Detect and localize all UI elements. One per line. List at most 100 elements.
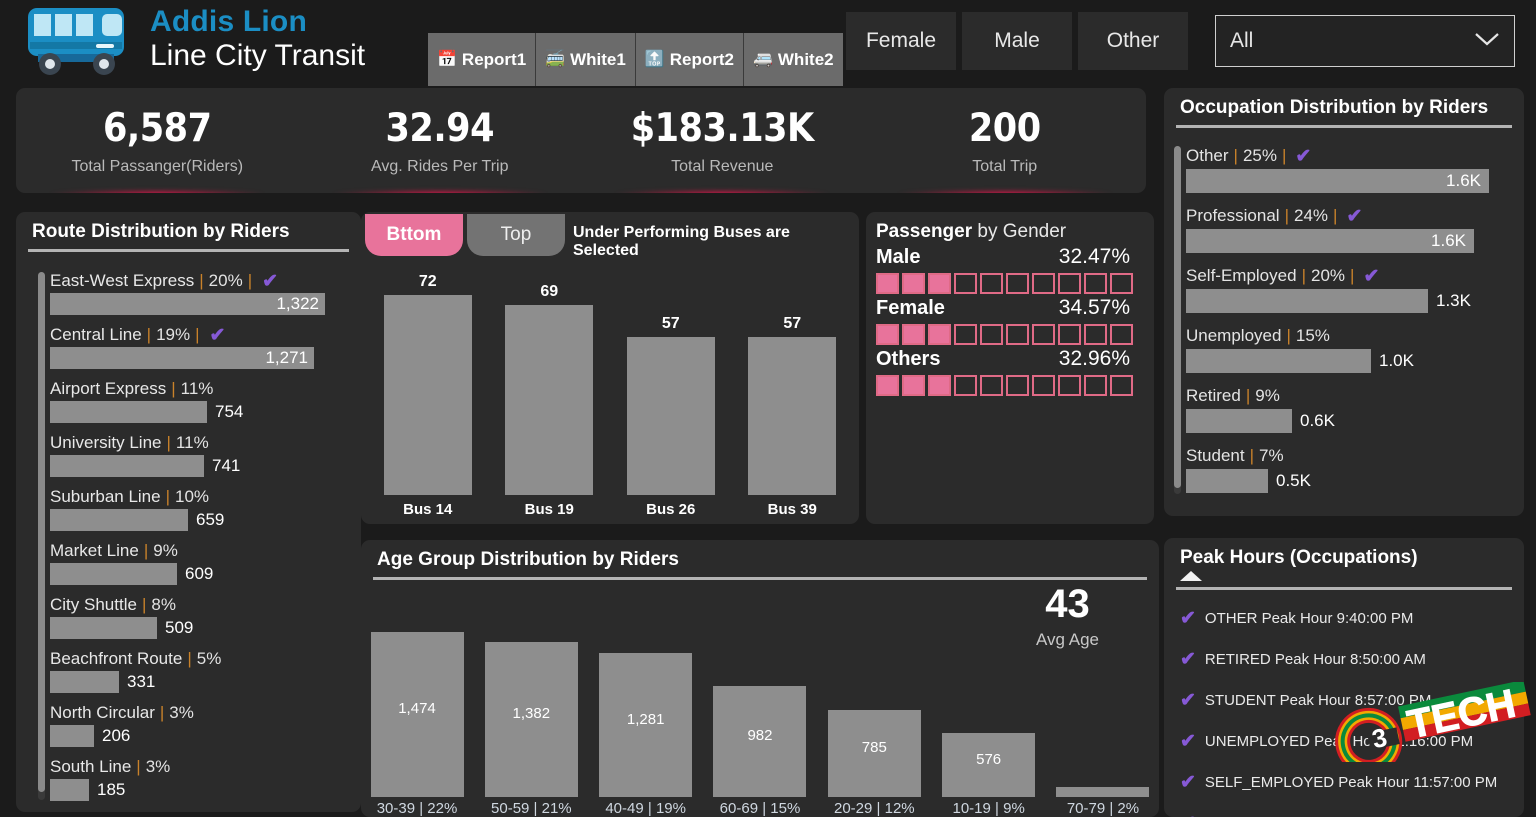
dashboard-root: Addis Lion Line City Transit 📅 Report1 🚎… — [0, 0, 1536, 817]
global-filter-select[interactable]: All — [1215, 15, 1515, 67]
age-bar-value: 1,281 — [626, 710, 665, 728]
route-list-item[interactable]: North Circular | 3% 206 — [50, 702, 357, 756]
route-list-item[interactable]: University Line | 11% 741 — [50, 432, 357, 486]
occupation-list-item[interactable]: Self-Employed | 20% | ✔ 1.3K — [1186, 264, 1518, 324]
age-bar[interactable]: 1,474 30-39 | 22% — [369, 632, 465, 817]
age-bar[interactable]: 982 60-69 | 15% — [712, 686, 808, 817]
age-bar-rect: 982 — [713, 686, 807, 797]
route-bar — [50, 725, 94, 747]
occupation-list-item[interactable]: Student | 7% 0.5K — [1186, 444, 1518, 504]
filter-other-button[interactable]: Other — [1078, 12, 1188, 70]
occupation-list-item[interactable]: Unemployed | 15% 1.0K — [1186, 324, 1518, 384]
age-bar-rect: 1,474 — [370, 632, 464, 797]
panel-title: Peak Hours (Occupations) — [1180, 547, 1418, 568]
route-bar — [50, 509, 188, 531]
brand: Addis Lion Line City Transit — [12, 0, 365, 80]
nav-tabs: 📅 Report1 🚎 White1 🔝 Report2 🚐 White2 — [428, 33, 843, 86]
age-bar[interactable]: 576 10-19 | 9% — [941, 733, 1037, 817]
trolleybus-icon: 🚎 — [545, 50, 566, 68]
peak-hour-row[interactable]: ✔ SELF_EMPLOYED Peak Hour 11:57:00 PM — [1172, 762, 1524, 803]
tab-white2[interactable]: 🚐 White2 — [743, 33, 843, 86]
occupation-percent: 20% — [1310, 266, 1346, 285]
toggle-top-button[interactable]: Top — [467, 214, 565, 256]
check-icon: ✔ — [1363, 265, 1380, 287]
route-name: Airport Express — [50, 379, 167, 398]
occupation-list-item[interactable]: Retired | 9% 0.6K — [1186, 384, 1518, 444]
route-percent: 3% — [145, 757, 171, 776]
bus-icon — [12, 0, 140, 80]
app-header: Addis Lion Line City Transit 📅 Report1 🚎… — [0, 0, 1536, 86]
check-icon: ✔ — [1180, 772, 1196, 793]
peak-hour-row[interactable]: ✔ RETIRED Peak Hour 8:50:00 AM — [1172, 639, 1524, 680]
tab-white1[interactable]: 🚎 White1 — [536, 33, 636, 86]
route-scrollbar[interactable] — [38, 272, 45, 800]
age-bar[interactable]: 785 20-29 | 12% — [826, 710, 922, 817]
route-percent: 19% — [156, 325, 191, 344]
occupation-bar — [1186, 289, 1428, 313]
calendar-icon: 📅 — [437, 50, 457, 68]
route-item-header: North Circular | 3% — [50, 703, 194, 722]
route-list-item[interactable]: South Line | 3% 185 — [50, 756, 357, 810]
toggle-bottom-button[interactable]: Bttom — [365, 214, 463, 256]
occupation-name: Retired — [1186, 386, 1241, 405]
occupation-value: 0.5K — [1276, 471, 1311, 490]
peak-hour-row[interactable]: ✔ OTHER Peak Hour 9:40:00 PM — [1172, 598, 1524, 639]
occupation-name: Unemployed — [1186, 326, 1282, 345]
occupation-list-item[interactable]: Professional | 24% | ✔ 1.6K — [1186, 204, 1518, 264]
sort-ascending-icon[interactable] — [1180, 571, 1202, 581]
check-icon: ✔ — [209, 324, 226, 346]
kpi-label: Total Trip — [972, 157, 1038, 175]
bus-bar[interactable]: 72 Bus 14 — [383, 273, 472, 518]
occupation-item-header: Unemployed | 15% — [1186, 326, 1330, 345]
gender-square — [1058, 375, 1081, 396]
gender-square — [928, 375, 951, 396]
peak-hour-row[interactable]: ✔ STUDENT Peak Hour 8:57:00 PM — [1172, 680, 1524, 721]
tab-report1[interactable]: 📅 Report1 — [428, 33, 537, 86]
tab-report2[interactable]: 🔝 Report2 — [635, 33, 744, 86]
gender-square — [954, 273, 977, 294]
filter-male-button[interactable]: Male — [962, 12, 1072, 70]
bus-selection-note: Under Performing Buses are Selected — [573, 224, 790, 259]
route-name: Market Line — [50, 541, 139, 560]
age-bar-label: 10-19 | 9% — [952, 800, 1025, 817]
gender-square — [1110, 324, 1133, 345]
occupation-list-item[interactable]: Other | 25% | ✔ 1.6K — [1186, 144, 1518, 204]
route-list-item[interactable]: City Shuttle | 8% 509 — [50, 594, 357, 648]
tab-label: Report2 — [669, 49, 734, 69]
route-list-item[interactable]: Suburban Line | 10% 659 — [50, 486, 357, 540]
gender-square — [1084, 375, 1107, 396]
route-name: South Line — [50, 757, 132, 776]
check-icon: ✔ — [1180, 690, 1196, 711]
gender-square — [954, 324, 977, 345]
select-value: All — [1230, 29, 1254, 52]
route-list-item[interactable]: Beachfront Route | 5% 331 — [50, 648, 357, 702]
kpi-label: Total Revenue — [671, 157, 774, 175]
gender-square — [1006, 324, 1029, 345]
chevron-down-icon — [1474, 31, 1500, 51]
check-icon: ✔ — [1180, 649, 1196, 670]
route-list-item[interactable]: Airport Express | 11% 754 — [50, 378, 357, 432]
peak-hour-row[interactable]: ✔ UNEMPLOYED Peak Hour 11:16:00 PM — [1172, 721, 1524, 762]
route-list-item[interactable]: Market Line | 9% 609 — [50, 540, 357, 594]
age-bar[interactable]: 1,382 50-59 | 21% — [483, 642, 579, 817]
peak-hour-row[interactable]: ✔PROFESSIONAL Peak Hour 11:41:00 AM — [1172, 803, 1524, 817]
bus-bar[interactable]: 57 Bus 39 — [748, 315, 837, 518]
occupation-scrollbar[interactable] — [1174, 146, 1181, 494]
tab-label: Report1 — [461, 49, 527, 69]
occupation-item-header: Professional | 24% | ✔ — [1186, 205, 1363, 227]
bus-bar-value: 72 — [418, 273, 437, 290]
route-list-item[interactable]: East-West Express | 20% | ✔ 1,322 — [50, 270, 357, 324]
age-bar-label: 50-59 | 21% — [491, 800, 572, 817]
filter-female-button[interactable]: Female — [846, 12, 956, 70]
age-bar[interactable]: 70-79 | 2% — [1055, 787, 1151, 817]
route-name: Beachfront Route — [50, 649, 183, 668]
occupation-item-header: Student | 7% — [1186, 446, 1284, 465]
occupation-value: 1.3K — [1436, 291, 1471, 310]
gender-label: Female — [876, 297, 945, 319]
bus-bar[interactable]: 69 Bus 19 — [505, 283, 594, 518]
bus-bar[interactable]: 57 Bus 26 — [626, 315, 715, 518]
gender-square — [1058, 273, 1081, 294]
route-list-item[interactable]: Central Line | 19% | ✔ 1,271 — [50, 324, 357, 378]
age-bar[interactable]: 1,281 40-49 | 19% — [598, 653, 694, 817]
age-group-panel: Age Group Distribution by Riders 43 Avg … — [361, 540, 1159, 817]
